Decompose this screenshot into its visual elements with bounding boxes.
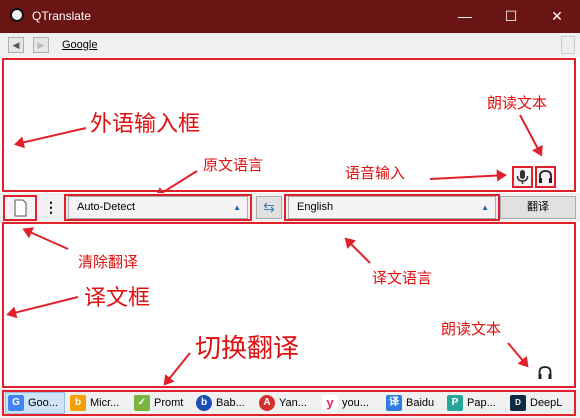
- tab-babylon[interactable]: b Bab...: [196, 392, 245, 414]
- tab-youdao[interactable]: y you...: [322, 392, 369, 414]
- tab-label: Pap...: [467, 397, 496, 409]
- tab-label: Promt: [154, 397, 184, 409]
- tab-microsoft[interactable]: b Micr...: [70, 392, 119, 414]
- annotation-source-box: 外语输入框: [90, 111, 201, 136]
- app-logo-icon: [10, 8, 24, 22]
- tab-label: Baidu: [406, 397, 435, 409]
- bing-icon: b: [70, 395, 86, 412]
- select-arrow-icon: ▲: [233, 203, 241, 212]
- speaker-headphones-icon[interactable]: [535, 166, 556, 188]
- translate-button[interactable]: 翻译: [500, 196, 576, 219]
- tab-baidu[interactable]: 译 Baidu: [386, 392, 434, 414]
- papago-icon: P: [447, 395, 463, 412]
- select-arrow-icon: ▲: [481, 203, 489, 212]
- nav-menu-handle[interactable]: [561, 36, 575, 54]
- source-language-select[interactable]: Auto-Detect ▲: [68, 196, 248, 219]
- close-button[interactable]: ✕: [534, 0, 580, 33]
- target-language-value: English: [297, 201, 334, 213]
- target-language-select[interactable]: English ▲: [288, 196, 496, 219]
- annotation-read-aloud-bottom: 朗读文本: [441, 321, 502, 338]
- clear-button[interactable]: [3, 195, 37, 221]
- source-language-value: Auto-Detect: [77, 201, 136, 213]
- tab-promt[interactable]: ✓ Promt: [134, 392, 183, 414]
- speaker-headphones-icon[interactable]: [536, 364, 554, 382]
- annotation-voice-input: 语音输入: [345, 165, 406, 182]
- tab-papago[interactable]: P Pap...: [447, 392, 496, 414]
- annotation-read-aloud-top: 朗读文本: [487, 95, 548, 112]
- tab-google[interactable]: G Goo...: [8, 392, 58, 414]
- tab-label: you...: [342, 397, 369, 409]
- tab-label: Bab...: [216, 397, 245, 409]
- forward-button[interactable]: ▶: [33, 37, 49, 53]
- tab-label: Yan...: [279, 397, 307, 409]
- tab-label: Micr...: [90, 397, 120, 409]
- baidu-icon: 译: [386, 395, 402, 412]
- source-text-area[interactable]: [2, 58, 576, 192]
- annotation-result-box: 译文框: [84, 285, 151, 310]
- annotation-clear: 清除翻译: [78, 254, 139, 271]
- back-button[interactable]: ◀: [8, 37, 24, 53]
- provider-link[interactable]: Google: [62, 39, 97, 51]
- annotation-source-lang: 原文语言: [203, 157, 264, 174]
- yandex-icon: A: [259, 395, 275, 412]
- minimize-button[interactable]: —: [442, 0, 488, 33]
- window-title: QTranslate: [32, 9, 91, 23]
- tab-label: DeepL: [530, 397, 563, 409]
- google-icon: G: [8, 395, 24, 412]
- more-menu-button[interactable]: ⋮: [44, 199, 58, 216]
- swap-languages-button[interactable]: ⇆: [256, 196, 282, 219]
- youdao-icon: y: [322, 395, 338, 412]
- annotation-target-lang: 译文语言: [372, 270, 433, 287]
- annotation-switch: 切换翻译: [195, 333, 300, 363]
- maximize-button[interactable]: ☐: [488, 0, 534, 33]
- deepl-icon: D: [510, 395, 526, 412]
- tab-deepl[interactable]: D DeepL: [510, 392, 562, 414]
- promt-icon: ✓: [134, 395, 150, 412]
- babylon-icon: b: [196, 395, 212, 412]
- tab-label: Goo...: [28, 397, 58, 409]
- tab-yandex[interactable]: A Yan...: [259, 392, 307, 414]
- microphone-icon[interactable]: [512, 166, 533, 188]
